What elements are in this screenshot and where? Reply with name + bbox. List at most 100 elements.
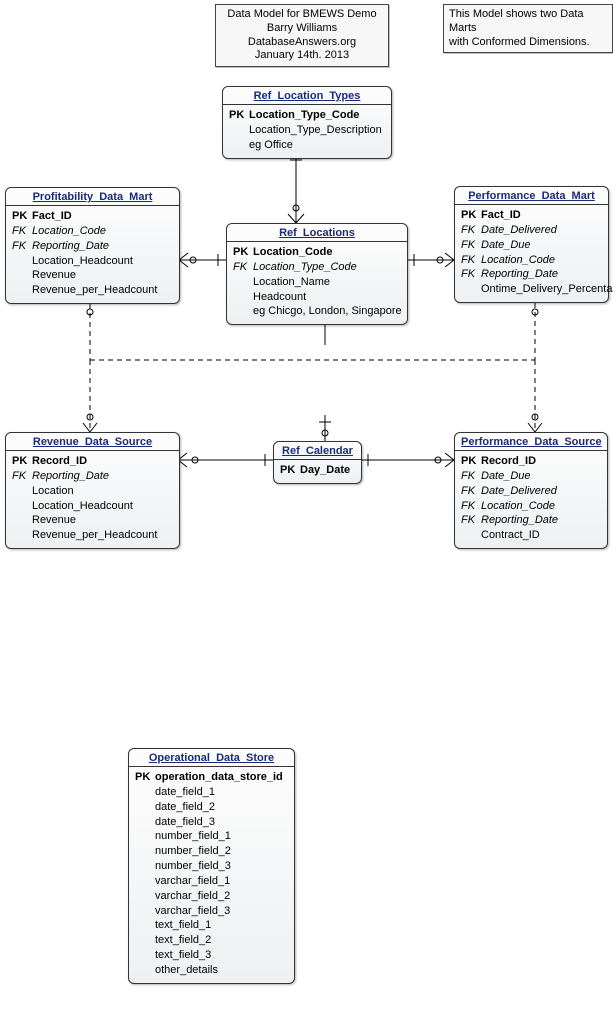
attr-key (135, 874, 155, 889)
attr-key: PK (280, 463, 300, 478)
attr-key (233, 275, 253, 290)
attr-name: eg Office (249, 138, 293, 153)
entity-profitability-data-mart: Profitability_Data_Mart PKFact_IDFKLocat… (5, 187, 180, 304)
attr-name: other_details (155, 963, 218, 978)
attr-key (461, 282, 481, 297)
attr-name: Headcount (253, 290, 306, 305)
attr-key: FK (12, 224, 32, 239)
attr-key: FK (461, 484, 481, 499)
attr-row: FKLocation_Code (461, 499, 601, 514)
attr-key (229, 123, 249, 138)
attr-row: eg Office (229, 138, 385, 153)
attr-name: Location_Headcount (32, 254, 133, 269)
entity-title: Ref_Calendar (274, 442, 361, 460)
entity-attrs: PKRecord_IDFKDate_DueFKDate_DeliveredFKL… (455, 451, 607, 548)
attr-name: varchar_field_1 (155, 874, 230, 889)
attr-key (12, 484, 32, 499)
attr-key (135, 815, 155, 830)
attr-name: Location_Type_Description (249, 123, 382, 138)
attr-name: Record_ID (32, 454, 87, 469)
entity-operational-data-store: Operational_Data_Store PKoperation_data_… (128, 748, 295, 984)
attr-row: Revenue_per_Headcount (12, 283, 173, 298)
entity-attrs: PKoperation_data_store_iddate_field_1dat… (129, 767, 294, 983)
attr-key: PK (12, 209, 32, 224)
attr-key: PK (229, 108, 249, 123)
attr-name: Contract_ID (481, 528, 540, 543)
attr-row: eg Chicgo, London, Singapore (233, 304, 401, 319)
attr-name: varchar_field_2 (155, 889, 230, 904)
attr-row: text_field_1 (135, 918, 288, 933)
entity-ref-calendar: Ref_Calendar PKDay_Date (273, 441, 362, 484)
attr-name: varchar_field_3 (155, 904, 230, 919)
entity-revenue-data-source: Revenue_Data_Source PKRecord_IDFKReporti… (5, 432, 180, 549)
attr-name: number_field_2 (155, 844, 231, 859)
attr-name: Fact_ID (32, 209, 72, 224)
attr-key (229, 138, 249, 153)
entity-ref-locations: Ref_Locations PKLocation_CodeFKLocation_… (226, 223, 408, 325)
attr-key (12, 528, 32, 543)
attr-row: PKFact_ID (12, 209, 173, 224)
attr-key: FK (461, 499, 481, 514)
attr-key (135, 918, 155, 933)
attr-key: FK (12, 239, 32, 254)
entity-attrs: PKFact_IDFKDate_DeliveredFKDate_DueFKLoc… (455, 205, 608, 302)
attr-name: Record_ID (481, 454, 536, 469)
attr-name: Date_Delivered (481, 223, 557, 238)
attr-key: PK (12, 454, 32, 469)
entity-attrs: PKFact_IDFKLocation_CodeFKReporting_Date… (6, 206, 179, 303)
attr-row: text_field_3 (135, 948, 288, 963)
attr-name: Date_Due (481, 238, 531, 253)
attr-row: Location_Name (233, 275, 401, 290)
note-line: Data Model for BMEWS Demo (221, 8, 383, 22)
attr-row: FKReporting_Date (461, 513, 601, 528)
attr-key: PK (461, 454, 481, 469)
attr-row: PKoperation_data_store_id (135, 770, 288, 785)
attr-row: Ontime_Delivery_Percentage (461, 282, 602, 297)
attr-row: varchar_field_2 (135, 889, 288, 904)
attr-key (233, 290, 253, 305)
attr-name: text_field_3 (155, 948, 211, 963)
entity-attrs: PKLocation_CodeFKLocation_Type_CodeLocat… (227, 242, 407, 324)
attr-key (12, 254, 32, 269)
attr-row: number_field_1 (135, 829, 288, 844)
attr-row: varchar_field_1 (135, 874, 288, 889)
attr-key: FK (233, 260, 253, 275)
attr-name: text_field_1 (155, 918, 211, 933)
attr-row: Revenue (12, 268, 173, 283)
attr-name: eg Chicgo, London, Singapore (253, 304, 402, 319)
note-line: Barry Williams (221, 22, 383, 36)
entity-performance-data-mart: Performance_Data_Mart PKFact_IDFKDate_De… (454, 186, 609, 303)
attr-key: FK (461, 223, 481, 238)
attr-row: Location_Headcount (12, 499, 173, 514)
entity-attrs: PKLocation_Type_CodeLocation_Type_Descri… (223, 105, 391, 158)
entity-attrs: PKRecord_IDFKReporting_DateLocationLocat… (6, 451, 179, 548)
attr-row: PKLocation_Code (233, 245, 401, 260)
attr-name: Revenue_per_Headcount (32, 283, 157, 298)
entity-performance-data-source: Performance_Data_Source PKRecord_IDFKDat… (454, 432, 608, 549)
attr-row: FKLocation_Type_Code (233, 260, 401, 275)
attr-key: FK (12, 469, 32, 484)
attr-name: date_field_3 (155, 815, 215, 830)
attr-row: Revenue_per_Headcount (12, 528, 173, 543)
note-line: with Conformed Dimensions. (449, 36, 607, 50)
attr-name: Ontime_Delivery_Percentage (481, 282, 613, 297)
attr-row: FKDate_Due (461, 469, 601, 484)
attr-row: other_details (135, 963, 288, 978)
attr-row: PKRecord_ID (461, 454, 601, 469)
attr-name: text_field_2 (155, 933, 211, 948)
entity-title: Performance_Data_Source (455, 433, 607, 451)
attr-key (12, 268, 32, 283)
attr-key: FK (461, 267, 481, 282)
note-line: This Model shows two Data Marts (449, 8, 607, 36)
entity-ref-location-types: Ref_Location_Types PKLocation_Type_CodeL… (222, 86, 392, 159)
entity-title: Operational_Data_Store (129, 749, 294, 767)
attr-row: FKDate_Delivered (461, 484, 601, 499)
attr-row: FKLocation_Code (12, 224, 173, 239)
attr-name: number_field_1 (155, 829, 231, 844)
attr-row: PKLocation_Type_Code (229, 108, 385, 123)
attr-row: Contract_ID (461, 528, 601, 543)
attr-name: Revenue (32, 268, 76, 283)
note-model-info: Data Model for BMEWS Demo Barry Williams… (215, 4, 389, 67)
attr-key: FK (461, 238, 481, 253)
attr-row: number_field_2 (135, 844, 288, 859)
